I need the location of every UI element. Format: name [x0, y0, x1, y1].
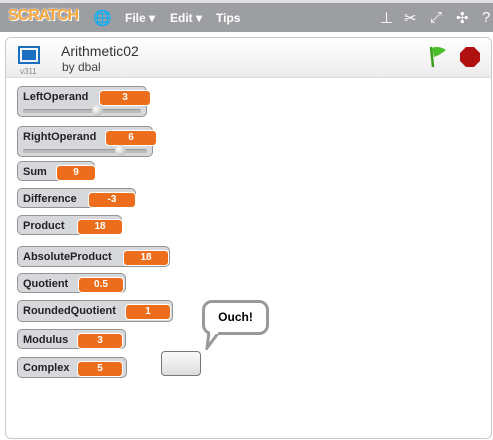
project-author: by dbal [62, 60, 101, 74]
monitor-label: Complex [23, 362, 70, 374]
edit-menu[interactable]: Edit ▾ [170, 11, 202, 25]
monitor-leftoperand[interactable]: LeftOperand 3 [17, 86, 151, 117]
cut-scissors-icon[interactable]: ✂ [404, 9, 417, 27]
monitor-label: Difference [23, 193, 77, 205]
monitor-label: Quotient [23, 278, 69, 290]
monitor-label: AbsoluteProduct [23, 251, 112, 263]
monitor-label: LeftOperand [23, 91, 89, 103]
monitor-quotient[interactable]: Quotient 0.5 [17, 273, 126, 293]
globe-icon[interactable]: 🌐 [93, 9, 112, 27]
monitor-sum[interactable]: Sum 9 [17, 161, 96, 181]
help-icon[interactable]: ? [482, 9, 490, 26]
monitor-modulus[interactable]: Modulus 3 [17, 329, 126, 349]
monitor-value: -3 [88, 192, 136, 208]
file-menu[interactable]: File ▾ [125, 11, 155, 25]
value-slider[interactable] [23, 145, 147, 156]
menu-bar: SCRATCH 🌐 File ▾ Edit ▾ Tips ⊥ ✂ ⤢ ✣ ? [0, 0, 493, 32]
monitor-value: 0.5 [78, 277, 124, 293]
monitor-complex[interactable]: Complex 5 [17, 357, 127, 378]
monitor-product[interactable]: Product 18 [17, 215, 123, 235]
monitor-value: 1 [125, 304, 171, 320]
stop-icon[interactable] [459, 46, 481, 68]
monitor-value: 9 [56, 165, 96, 181]
green-flag-icon[interactable] [428, 45, 448, 69]
monitor-roundedquotient[interactable]: RoundedQuotient 1 [17, 300, 173, 322]
monitor-rightoperand[interactable]: RightOperand 6 [17, 126, 157, 157]
value-slider[interactable] [23, 105, 141, 116]
slider-knob[interactable] [92, 105, 104, 116]
monitor-absoluteproduct[interactable]: AbsoluteProduct 18 [17, 246, 170, 267]
tips-menu[interactable]: Tips [216, 11, 240, 25]
monitor-value: 3 [99, 90, 151, 106]
speech-bubble: Ouch! [202, 300, 269, 335]
version-label: v311 [20, 67, 37, 76]
grow-icon[interactable]: ⤢ [430, 9, 442, 26]
monitor-label: Modulus [23, 334, 69, 346]
monitor-value: 5 [77, 361, 123, 377]
monitor-label: Product [23, 220, 65, 232]
shrink-icon[interactable]: ✣ [456, 9, 469, 27]
monitor-difference[interactable]: Difference -3 [17, 188, 136, 208]
speech-bubble-tail [205, 332, 221, 350]
sprite-button[interactable] [161, 351, 201, 376]
fullscreen-icon[interactable] [18, 46, 40, 64]
monitor-value: 18 [123, 250, 169, 266]
monitor-label: RoundedQuotient [23, 305, 116, 317]
monitor-label: Sum [23, 166, 47, 178]
slider-knob[interactable] [114, 145, 126, 156]
duplicate-stamp-icon[interactable]: ⊥ [380, 9, 393, 27]
monitor-value: 18 [77, 219, 123, 235]
monitor-value: 3 [77, 333, 123, 349]
scratch-logo[interactable]: SCRATCH [8, 7, 79, 25]
monitor-value: 6 [105, 130, 157, 146]
stage-header: v311 Arithmetic02 by dbal [6, 38, 491, 78]
project-title: Arithmetic02 [61, 43, 139, 59]
monitor-label: RightOperand [23, 131, 97, 143]
